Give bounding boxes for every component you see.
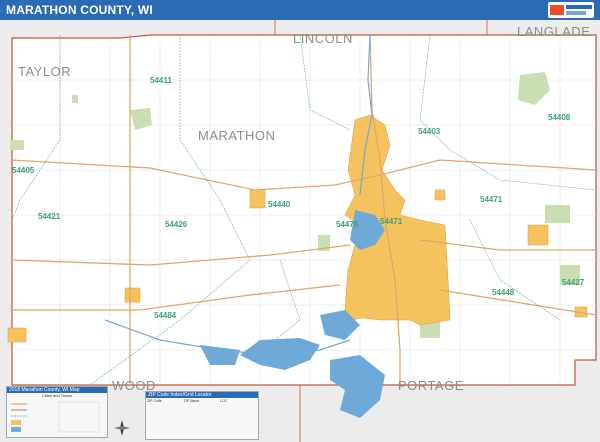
- zip-label: 54440: [268, 200, 291, 209]
- logo-icon: [550, 5, 592, 15]
- zip-table-column: ZIP Code: [147, 399, 162, 403]
- neighbor-label-northeast: LANGLADE: [517, 24, 591, 39]
- zip-label: 54427: [562, 278, 585, 287]
- map-svg[interactable]: [0, 20, 600, 442]
- neighbor-label-northwest: TAYLOR: [18, 64, 72, 79]
- neighbor-label-north: LINCOLN: [293, 31, 353, 46]
- zip-label: 54403: [418, 127, 441, 136]
- map-title: MARATHON COUNTY, WI: [6, 3, 153, 17]
- zip-label: 54426: [165, 220, 188, 229]
- zip-index-table: ZIP Code Index/Grid Locator ZIP Code ZIP…: [145, 391, 259, 440]
- zip-table-column: LOC: [220, 399, 228, 403]
- zip-label: 54471: [480, 195, 503, 204]
- neighbor-label-south-right: PORTAGE: [398, 378, 464, 393]
- zip-table-column: ZIP Name: [183, 399, 200, 403]
- county-label: MARATHON: [198, 128, 276, 143]
- zip-label: 54411: [150, 76, 172, 85]
- map-header: MARATHON COUNTY, WI: [0, 0, 600, 20]
- map-canvas[interactable]: LINCOLN LANGLADE TAYLOR WOOD PORTAGE MAR…: [0, 20, 600, 442]
- map-legend: 2018 Marathon County, WI Map Cities and …: [6, 386, 108, 438]
- zip-label: 54471: [380, 217, 403, 226]
- zip-label: 54405: [12, 166, 35, 175]
- zip-label: 54421: [38, 212, 61, 221]
- publisher-logo: [548, 2, 594, 18]
- legend-symbols: [11, 401, 100, 433]
- zip-label: 54448: [492, 288, 515, 297]
- zip-table-header: ZIP Code ZIP Name LOC: [146, 398, 258, 404]
- zip-label: 54476: [336, 220, 359, 229]
- zip-label: 54484: [154, 311, 177, 320]
- compass-rose-icon: [114, 420, 130, 436]
- zip-label: 54408: [548, 113, 571, 122]
- county-area: [11, 34, 597, 386]
